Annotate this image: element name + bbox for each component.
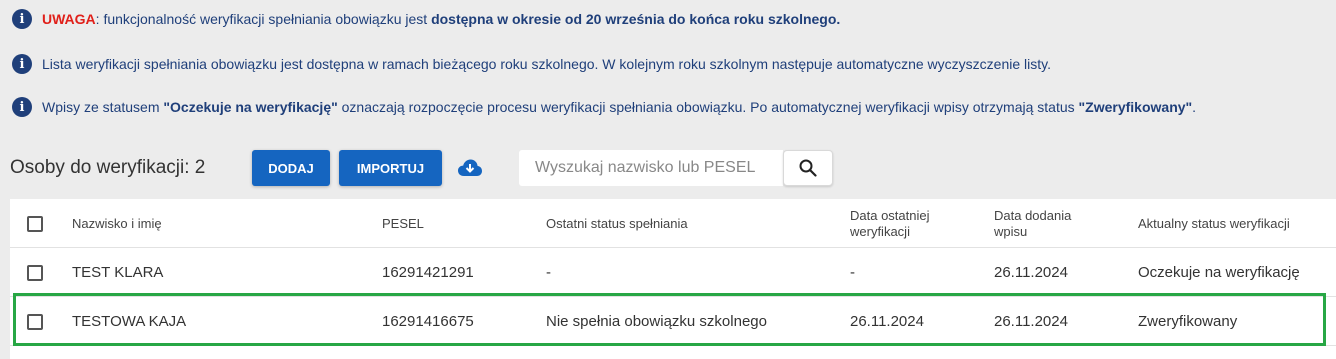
cell-current-status: Oczekuje na weryfikację (1138, 264, 1300, 281)
warning-label: UWAGA (42, 11, 96, 27)
notice-list-scope: i Lista weryfikacji spełniania obowiązku… (12, 54, 1051, 74)
notice-availability: i UWAGA : funkcjonalność weryfikacji spe… (12, 9, 840, 29)
status-verified-label: "Zweryfikowany" (1078, 99, 1193, 115)
header-last-verification-line1: Data ostatniej (850, 208, 930, 223)
cell-date-added: 26.11.2024 (994, 264, 1068, 281)
table-header: Nazwisko i imię PESEL Ostatni status spe… (10, 199, 1336, 248)
header-date-added[interactable]: Data dodania wpisu (994, 208, 1071, 240)
search-icon (799, 159, 817, 177)
notice-text: : funkcjonalność weryfikacji spełniania … (95, 11, 432, 27)
info-icon: i (12, 54, 32, 74)
row-checkbox[interactable] (27, 265, 43, 281)
select-all-checkbox[interactable] (27, 216, 43, 232)
cell-last-status: - (546, 264, 551, 281)
notice-text: Wpisy ze statusem (42, 99, 164, 115)
header-current-status[interactable]: Aktualny status weryfikacji (1138, 216, 1290, 232)
info-icon: i (12, 9, 32, 29)
search-button[interactable] (783, 150, 833, 186)
info-icon: i (12, 97, 32, 117)
cell-current-status: Zweryfikowany (1138, 313, 1238, 330)
add-button[interactable]: DODAJ (252, 150, 330, 186)
header-pesel[interactable]: PESEL (382, 216, 424, 232)
table-row[interactable]: TESTOWA KAJA 16291416675 Nie spełnia obo… (10, 297, 1336, 346)
cell-pesel: 16291421291 (382, 264, 474, 281)
header-last-verification-line2: weryfikacji (850, 224, 910, 239)
cloud-download-icon[interactable] (457, 158, 483, 178)
header-last-verification[interactable]: Data ostatniej weryfikacji (850, 208, 930, 240)
cell-name: TESTOWA KAJA (72, 313, 187, 330)
notice-statuses: i Wpisy ze statusem "Oczekuje na weryfik… (12, 97, 1196, 117)
header-name[interactable]: Nazwisko i imię (72, 216, 162, 232)
cell-last-status: Nie spełnia obowiązku szkolnego (546, 313, 767, 330)
import-button[interactable]: IMPORTUJ (339, 150, 442, 186)
search-input[interactable] (519, 150, 783, 186)
notice-bold-text: dostępna w okresie od 20 września do koń… (431, 11, 841, 27)
cell-name: TEST KLARA (72, 264, 164, 281)
cell-date-added: 26.11.2024 (994, 313, 1068, 330)
header-date-added-line1: Data dodania (994, 208, 1072, 223)
header-last-status[interactable]: Ostatni status spełniania (546, 216, 688, 232)
verification-table: Nazwisko i imię PESEL Ostatni status spe… (10, 199, 1336, 359)
toolbar: Osoby do weryfikacji: 2 DODAJ IMPORTUJ (0, 150, 1336, 186)
cell-pesel: 16291416675 (382, 313, 474, 330)
notice-text: Lista weryfikacji spełniania obowiązku j… (42, 56, 1051, 72)
notice-text: . (1192, 99, 1197, 115)
header-date-added-line2: wpisu (994, 224, 1028, 239)
row-checkbox[interactable] (27, 314, 43, 330)
cell-last-verification: 26.11.2024 (850, 313, 924, 330)
page-title: Osoby do weryfikacji: 2 (10, 157, 206, 178)
cell-last-verification: - (850, 264, 855, 281)
status-pending-label: "Oczekuje na weryfikację" (163, 99, 338, 115)
notice-text: oznaczają rozpoczęcie procesu weryfikacj… (337, 99, 1079, 115)
table-row[interactable]: TEST KLARA 16291421291 - - 26.11.2024 Oc… (10, 248, 1336, 297)
